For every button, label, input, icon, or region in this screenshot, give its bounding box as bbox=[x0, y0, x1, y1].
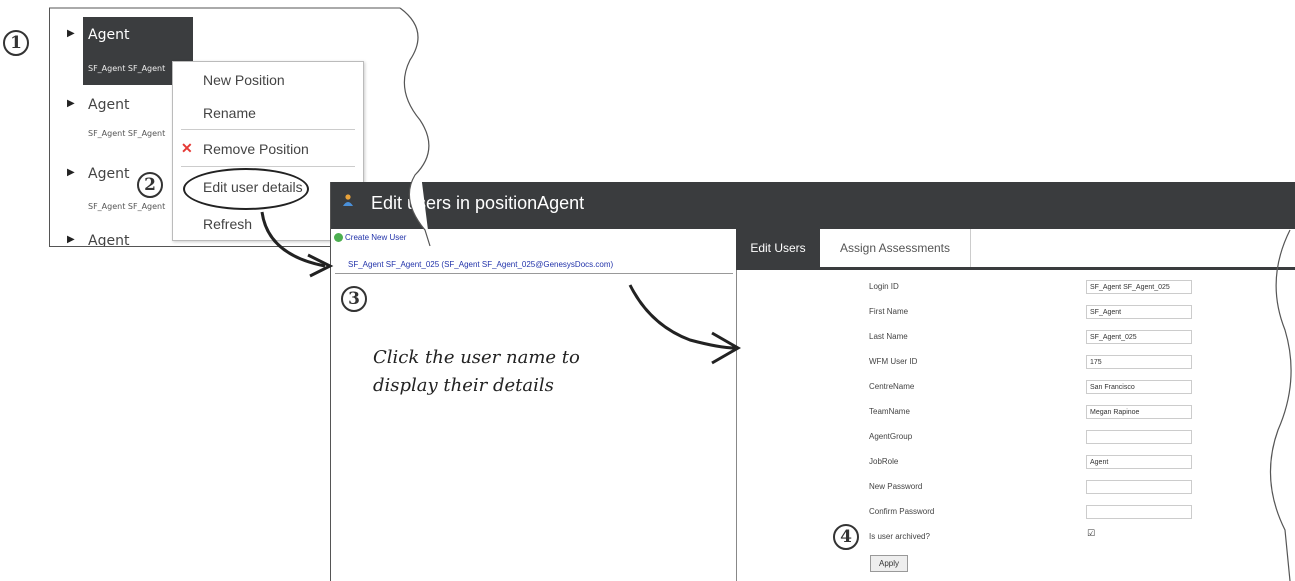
menu-item-refresh[interactable]: Refresh bbox=[203, 216, 252, 232]
instruction-annotation: Click the user name to display their det… bbox=[373, 347, 580, 396]
step-marker-2: 2 bbox=[137, 172, 163, 198]
agent-group-field[interactable] bbox=[1086, 430, 1192, 444]
user-icon bbox=[343, 194, 353, 206]
tree-item-sub: SF_Agent SF_Agent bbox=[88, 202, 166, 211]
menu-separator bbox=[181, 129, 355, 130]
user-name-link[interactable]: SF_Agent SF_Agent_025 (SF_Agent SF_Agent… bbox=[348, 260, 613, 269]
agent-group-label: AgentGroup bbox=[869, 432, 913, 441]
team-name-field[interactable]: Megan Rapinoe bbox=[1086, 405, 1192, 419]
tab-edit-users[interactable]: Edit Users bbox=[736, 229, 820, 267]
new-password-field[interactable] bbox=[1086, 480, 1192, 494]
menu-item-new-position[interactable]: New Position bbox=[203, 72, 285, 88]
wfm-user-id-label: WFM User ID bbox=[869, 357, 918, 366]
tab-bar: Edit Users Assign Assessments bbox=[736, 229, 1295, 270]
expand-arrow-icon[interactable]: ▶ bbox=[67, 167, 75, 178]
team-name-label: TeamName bbox=[869, 407, 910, 416]
list-divider bbox=[335, 273, 733, 274]
apply-button[interactable]: Apply bbox=[870, 555, 908, 572]
last-name-label: Last Name bbox=[869, 332, 908, 341]
highlight-ellipse bbox=[183, 168, 309, 210]
edit-users-dialog: Edit users in positionAgent Create New U… bbox=[330, 182, 1295, 581]
job-role-label: JobRole bbox=[869, 457, 899, 466]
last-name-field[interactable]: SF_Agent_025 bbox=[1086, 330, 1192, 344]
wfm-user-id-field[interactable]: 175 bbox=[1086, 355, 1192, 369]
menu-separator bbox=[181, 166, 355, 167]
dialog-title: Edit users in positionAgent bbox=[371, 193, 585, 213]
add-icon bbox=[334, 233, 343, 242]
tab-assign-assessments[interactable]: Assign Assessments bbox=[820, 229, 971, 267]
confirm-password-label: Confirm Password bbox=[869, 507, 935, 516]
create-new-user-link[interactable]: Create New User bbox=[345, 233, 406, 242]
expand-arrow-icon[interactable]: ▶ bbox=[67, 234, 75, 245]
expand-arrow-icon[interactable]: ▶ bbox=[67, 28, 75, 39]
first-name-field[interactable]: SF_Agent bbox=[1086, 305, 1192, 319]
tree-item-agent[interactable]: Agent bbox=[88, 27, 129, 43]
step-marker-4: 4 bbox=[833, 524, 859, 550]
is-archived-checkbox[interactable]: ☑ bbox=[1087, 530, 1096, 539]
centre-name-label: CentreName bbox=[869, 382, 915, 391]
remove-x-icon: ✕ bbox=[181, 140, 193, 156]
centre-name-field[interactable]: San Francisco bbox=[1086, 380, 1192, 394]
step-marker-1: 1 bbox=[3, 30, 29, 56]
login-id-label: Login ID bbox=[869, 282, 899, 291]
tree-item-sub: SF_Agent SF_Agent bbox=[88, 129, 166, 138]
user-details-pane: Edit Users Assign Assessments Login ID S… bbox=[736, 229, 1295, 581]
dialog-title-bar: Edit users in positionAgent bbox=[331, 182, 1295, 229]
first-name-label: First Name bbox=[869, 307, 909, 316]
expand-arrow-icon[interactable]: ▶ bbox=[67, 98, 75, 109]
step-marker-3: 3 bbox=[341, 286, 367, 312]
login-id-field[interactable]: SF_Agent SF_Agent_025 bbox=[1086, 280, 1192, 294]
user-list-pane: Create New User SF_Agent SF_Agent_025 (S… bbox=[331, 229, 737, 581]
job-role-field[interactable]: Agent bbox=[1086, 455, 1192, 469]
tree-item-sub: SF_Agent SF_Agent bbox=[88, 64, 166, 73]
confirm-password-field[interactable] bbox=[1086, 505, 1192, 519]
menu-item-rename[interactable]: Rename bbox=[203, 105, 256, 121]
tree-item-agent[interactable]: Agent bbox=[88, 97, 129, 113]
menu-item-remove-position[interactable]: Remove Position bbox=[203, 141, 309, 157]
tree-item-agent[interactable]: Agent bbox=[88, 233, 129, 246]
new-password-label: New Password bbox=[869, 482, 923, 491]
is-archived-label: Is user archived? bbox=[869, 532, 930, 541]
tree-item-agent[interactable]: Agent bbox=[88, 166, 129, 182]
